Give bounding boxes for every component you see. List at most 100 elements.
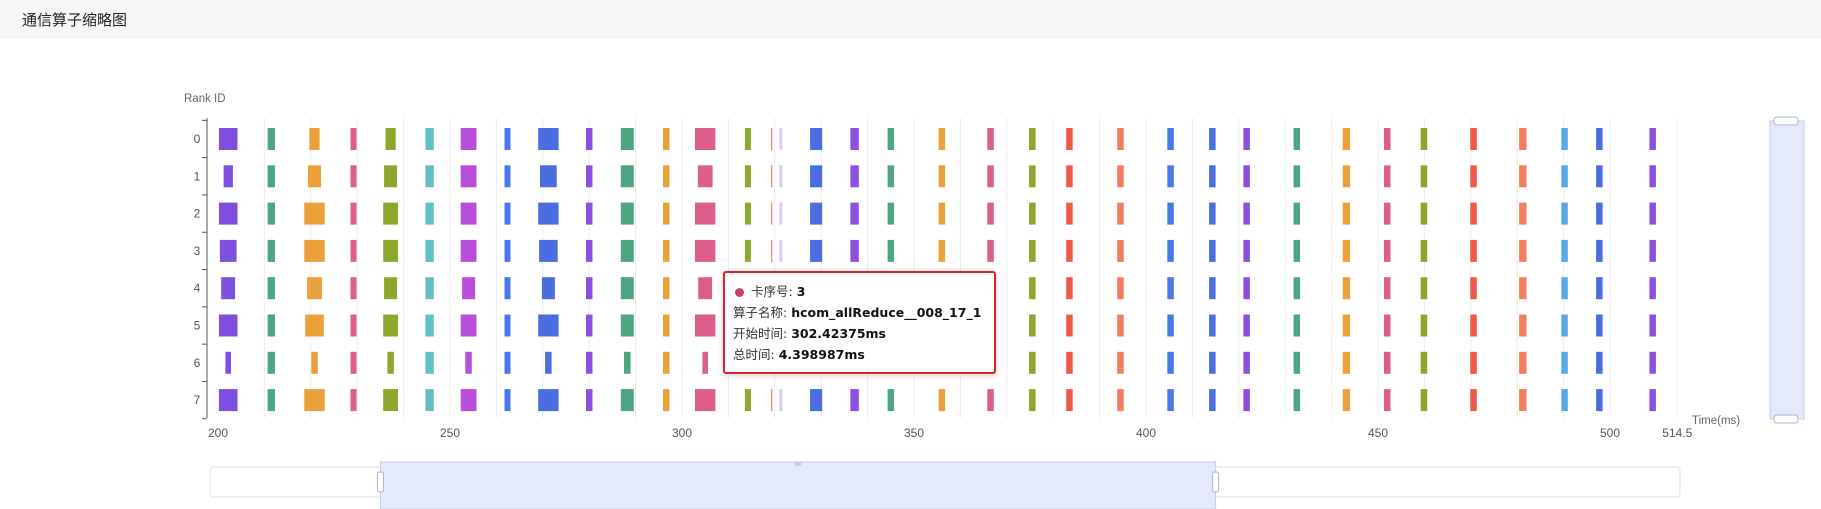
operator-bar[interactable] — [1167, 239, 1174, 262]
operator-bar[interactable] — [1066, 128, 1073, 150]
operator-bar[interactable] — [1243, 389, 1250, 412]
operator-bar[interactable] — [425, 351, 434, 374]
operator-bar[interactable] — [504, 314, 511, 337]
x-zoom-selection[interactable] — [379, 461, 1217, 509]
operator-bar[interactable] — [1293, 389, 1301, 412]
operator-bar[interactable] — [350, 239, 357, 262]
operator-bar[interactable] — [1596, 351, 1603, 374]
operator-bar[interactable] — [810, 202, 823, 225]
operator-bar[interactable] — [1342, 165, 1351, 188]
operator-bar[interactable] — [620, 277, 634, 300]
operator-bar[interactable] — [1649, 165, 1656, 188]
operator-bar[interactable] — [1029, 277, 1036, 300]
operator-bar[interactable] — [663, 351, 670, 374]
operator-bar[interactable] — [1470, 314, 1477, 337]
operator-bar[interactable] — [744, 202, 751, 225]
operator-bar[interactable] — [1167, 202, 1174, 225]
operator-bar[interactable] — [620, 202, 634, 225]
operator-bar[interactable] — [1420, 239, 1428, 262]
operator-bar[interactable] — [504, 165, 511, 188]
operator-bar[interactable] — [425, 389, 434, 412]
operator-bar[interactable] — [1470, 389, 1477, 412]
operator-bar[interactable] — [887, 389, 895, 412]
operator-bar[interactable] — [1384, 389, 1391, 412]
operator-bar[interactable] — [267, 128, 275, 150]
operator-bar[interactable] — [218, 202, 238, 225]
operator-bar[interactable] — [663, 202, 670, 225]
operator-bar[interactable] — [663, 128, 670, 150]
operator-bar[interactable] — [1342, 202, 1351, 225]
operator-bar[interactable] — [620, 389, 634, 412]
operator-bar[interactable] — [987, 202, 994, 225]
operator-bar[interactable] — [1420, 128, 1428, 150]
operator-bar[interactable] — [810, 389, 823, 412]
operator-bar[interactable] — [1293, 239, 1301, 262]
operator-bar[interactable] — [1167, 389, 1174, 412]
operator-bar[interactable] — [663, 165, 670, 188]
operator-bar[interactable] — [350, 314, 357, 337]
operator-bar[interactable] — [425, 277, 434, 300]
operator-bar[interactable] — [425, 202, 434, 225]
operator-bar[interactable] — [218, 389, 238, 412]
operator-bar[interactable] — [267, 202, 275, 225]
operator-bar[interactable] — [460, 239, 477, 262]
operator-bar[interactable] — [1167, 165, 1174, 188]
operator-bar[interactable] — [538, 202, 559, 225]
operator-bar[interactable] — [383, 389, 398, 412]
operator-bar[interactable] — [779, 239, 783, 262]
operator-bar[interactable] — [218, 314, 238, 337]
operator-bar[interactable] — [1117, 202, 1124, 225]
operator-bar[interactable] — [1209, 277, 1216, 300]
operator-bar[interactable] — [1384, 165, 1391, 188]
operator-bar[interactable] — [218, 128, 238, 150]
operator-bar[interactable] — [620, 165, 634, 188]
operator-bar[interactable] — [1561, 351, 1568, 374]
operator-bar[interactable] — [1293, 351, 1301, 374]
operator-bar[interactable] — [1384, 314, 1391, 337]
operator-bar[interactable] — [385, 128, 396, 150]
operator-bar[interactable] — [1649, 351, 1656, 374]
operator-bar[interactable] — [586, 239, 593, 262]
operator-bar[interactable] — [1066, 389, 1073, 412]
operator-bar[interactable] — [538, 128, 559, 150]
operator-bar[interactable] — [663, 389, 670, 412]
operator-bar[interactable] — [810, 239, 823, 262]
operator-bar[interactable] — [308, 165, 321, 188]
operator-bar[interactable] — [1209, 351, 1216, 374]
operator-bar[interactable] — [938, 389, 946, 412]
operator-bar[interactable] — [307, 277, 322, 300]
operator-bar[interactable] — [1384, 239, 1391, 262]
operator-bar[interactable] — [460, 314, 477, 337]
operator-bar[interactable] — [1519, 351, 1527, 374]
operator-bar[interactable] — [810, 128, 823, 150]
operator-bar[interactable] — [770, 128, 773, 150]
operator-bar[interactable] — [1384, 351, 1391, 374]
operator-bar[interactable] — [1519, 389, 1527, 412]
operator-bar[interactable] — [586, 128, 593, 150]
operator-bar[interactable] — [267, 314, 275, 337]
operator-bar[interactable] — [779, 165, 783, 188]
operator-bar[interactable] — [1519, 239, 1527, 262]
operator-bar[interactable] — [425, 165, 434, 188]
operator-bar[interactable] — [504, 128, 511, 150]
operator-bar[interactable] — [1649, 277, 1656, 300]
operator-bar[interactable] — [425, 314, 434, 337]
operator-bar[interactable] — [1243, 277, 1250, 300]
operator-bar[interactable] — [1420, 351, 1428, 374]
operator-bar[interactable] — [1420, 389, 1428, 412]
operator-bar[interactable] — [1243, 239, 1250, 262]
operator-bar[interactable] — [504, 351, 511, 374]
operator-bar[interactable] — [1066, 165, 1073, 188]
operator-bar[interactable] — [1167, 128, 1174, 150]
operator-bar[interactable] — [1209, 389, 1216, 412]
operator-bar[interactable] — [1519, 314, 1527, 337]
operator-bar[interactable] — [1420, 202, 1428, 225]
operator-bar[interactable] — [744, 389, 751, 412]
operator-bar[interactable] — [1029, 314, 1036, 337]
operator-bar[interactable] — [744, 165, 751, 188]
operator-bar[interactable] — [1561, 277, 1568, 300]
operator-bar[interactable] — [1209, 314, 1216, 337]
operator-bar[interactable] — [850, 239, 859, 262]
operator-bar[interactable] — [1029, 202, 1036, 225]
operator-bar[interactable] — [1342, 239, 1351, 262]
